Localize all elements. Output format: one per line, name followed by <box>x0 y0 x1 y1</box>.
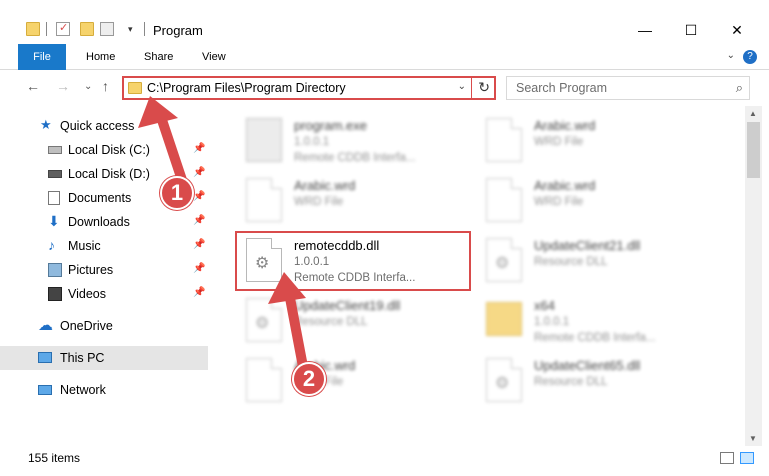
step-2-badge: 2 <box>292 362 326 396</box>
annotation-arrows <box>138 96 309 377</box>
arrow-2 <box>268 272 309 377</box>
step-1-badge: 1 <box>160 176 194 210</box>
arrow-1 <box>138 96 189 191</box>
